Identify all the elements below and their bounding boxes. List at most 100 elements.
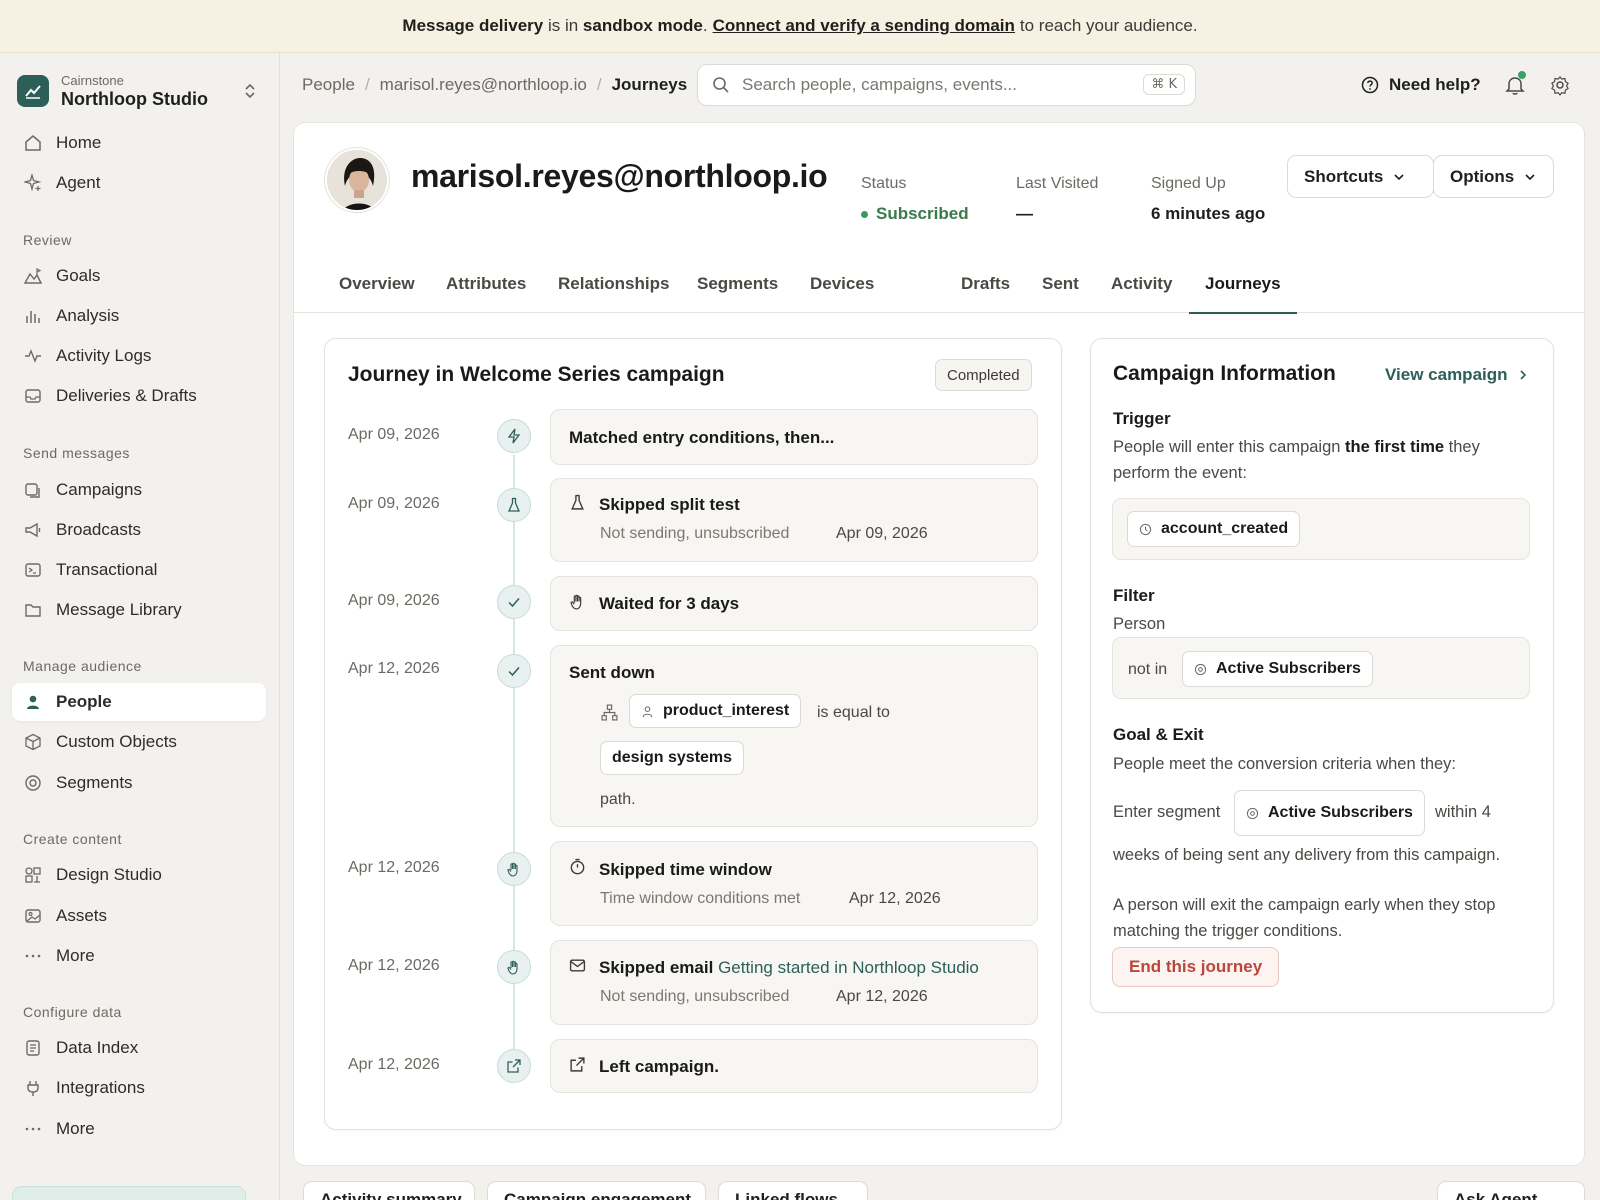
sidebar-item-design-studio[interactable]: Design Studio [12,856,266,894]
last-visited-value: — [1016,204,1033,223]
journey-step[interactable] [550,478,1038,562]
banner-period: . [702,16,708,35]
shortcuts-button[interactable]: Shortcuts [1287,155,1434,198]
journey-step[interactable] [550,940,1038,1025]
sidebar-item-integrations[interactable]: Integrations [12,1069,266,1107]
lightning-icon [507,428,521,444]
journey-title: Journey in Welcome Series campaign [348,363,725,386]
filter-segment-chip[interactable]: Active Subscribers [1182,651,1373,687]
mail-icon [569,959,586,972]
avatar [325,148,389,212]
sidebar-item-people[interactable]: People [12,683,266,721]
breadcrumb-person[interactable]: marisol.reyes@northloop.io [380,75,587,95]
bottom-campaign-engagement[interactable]: Campaign engagement [487,1181,706,1200]
sidebar-item-assets[interactable]: Assets [12,897,266,935]
help-icon [1361,76,1379,94]
tab-drafts[interactable]: Drafts [961,274,1010,313]
sidebar-item-agent[interactable]: Agent [12,164,266,202]
timeline-node [497,654,531,688]
sidebar-item-deliveries[interactable]: Deliveries & Drafts [12,377,266,415]
tab-attributes[interactable]: Attributes [446,274,526,313]
end-journey-button[interactable]: End this journey [1112,947,1280,987]
sidebar-bottom-card[interactable] [12,1186,246,1200]
plug-icon [27,1081,39,1096]
breadcrumb: People / marisol.reyes@northloop.io / Jo… [302,75,688,95]
external-link-icon [507,1059,521,1073]
sidebar-item-transactional[interactable]: Transactional [12,551,266,589]
target-icon [1246,807,1259,819]
timeline-node [497,1049,531,1083]
cube-icon [25,733,41,751]
options-button[interactable]: Options [1433,155,1554,198]
goal-segment-chip[interactable]: Active Subscribers [1234,790,1425,836]
workspace-switcher[interactable]: Cairnstone Northloop Studio [17,69,267,113]
search-shortcut: ⌘ K [1143,74,1185,95]
step-date: Apr 09, 2026 [348,495,440,512]
tab-segments[interactable]: Segments [697,274,778,313]
goal-heading: Goal & Exit [1113,725,1204,744]
event-chip[interactable]: account_created [1127,511,1301,547]
home-icon [25,135,41,151]
person-email-title: marisol.reyes@northloop.io [411,158,828,194]
section-audience: Manage audience [23,658,142,674]
sandbox-banner: Message delivery is in sandbox mode. Con… [0,0,1600,53]
sidebar-item-home[interactable]: Home [12,124,266,162]
terminal-icon [25,563,41,577]
attribute-chip: product_interest [629,694,802,728]
email-link[interactable]: Getting started in Northloop Studio [718,958,979,977]
notification-dot [1518,71,1526,79]
tab-activity[interactable]: Activity [1111,274,1172,313]
verify-domain-link[interactable]: Connect and verify a sending domain [713,16,1015,36]
check-icon [508,598,520,608]
tab-journeys[interactable]: Journeys [1189,274,1297,314]
banner-text: is in [543,16,583,35]
image-icon [25,909,41,923]
search-input[interactable] [742,75,1122,95]
sidebar-item-more-data[interactable]: More [12,1110,266,1148]
workspace-org: Cairnstone [61,72,124,88]
sidebar-item-broadcasts[interactable]: Broadcasts [12,511,266,549]
sidebar-item-message-library[interactable]: Message Library [12,591,266,629]
bar-chart-icon [26,311,40,323]
banner-strong-delivery: Message delivery [402,16,544,35]
tab-devices[interactable]: Devices [810,274,874,313]
sidebar-item-segments[interactable]: Segments [12,764,266,802]
global-search[interactable]: ⌘ K [697,64,1196,106]
goals-icon [24,268,42,284]
filter-heading: Filter [1113,586,1155,605]
sidebar-item-data-index[interactable]: Data Index [12,1029,266,1067]
filter-subject: Person [1113,615,1166,633]
sidebar-item-custom-objects[interactable]: Custom Objects [12,723,266,761]
sidebar-item-goals[interactable]: Goals [12,257,266,295]
target-icon [25,775,41,791]
tab-overview[interactable]: Overview [339,274,415,313]
step-date: Apr 12, 2026 [348,660,440,677]
signed-up-label: Signed Up [1151,175,1226,192]
breadcrumb-people[interactable]: People [302,75,355,95]
section-data: Configure data [23,1004,122,1020]
exit-description: A person will exit the campaign early wh… [1113,896,1496,940]
view-campaign-link[interactable]: View campaign [1385,365,1528,385]
bottom-linked-flows[interactable]: Linked flows [718,1181,868,1200]
tab-sent[interactable]: Sent [1042,274,1079,313]
journey-step[interactable] [550,841,1038,926]
trigger-description: People will enter this campaign the firs… [1113,438,1480,482]
sidebar-item-analysis[interactable]: Analysis [12,297,266,335]
step-date: Apr 12, 2026 [348,957,440,974]
step-date: Apr 09, 2026 [348,592,440,609]
check-icon [508,667,520,677]
tab-relationships[interactable]: Relationships [558,274,669,313]
sidebar-item-activity-logs[interactable]: Activity Logs [12,337,266,375]
goal-weeks: weeks of being sent any delivery from th… [1113,846,1501,864]
sidebar-item-campaigns[interactable]: Campaigns [12,471,266,509]
filter-operator: not in [1128,661,1168,678]
gear-icon[interactable] [1549,74,1571,96]
help-button[interactable]: Need help? [1361,72,1481,98]
sidebar-item-more-content[interactable]: More [12,937,266,975]
timeline-node [497,585,531,619]
more-icon [25,954,41,958]
switch-workspace-icon[interactable] [241,81,259,101]
bottom-activity-summary[interactable]: Activity summary [303,1181,475,1200]
step-title: Matched entry conditions, then... [569,428,835,447]
ask-agent-button[interactable]: Ask Agent [1437,1181,1585,1200]
